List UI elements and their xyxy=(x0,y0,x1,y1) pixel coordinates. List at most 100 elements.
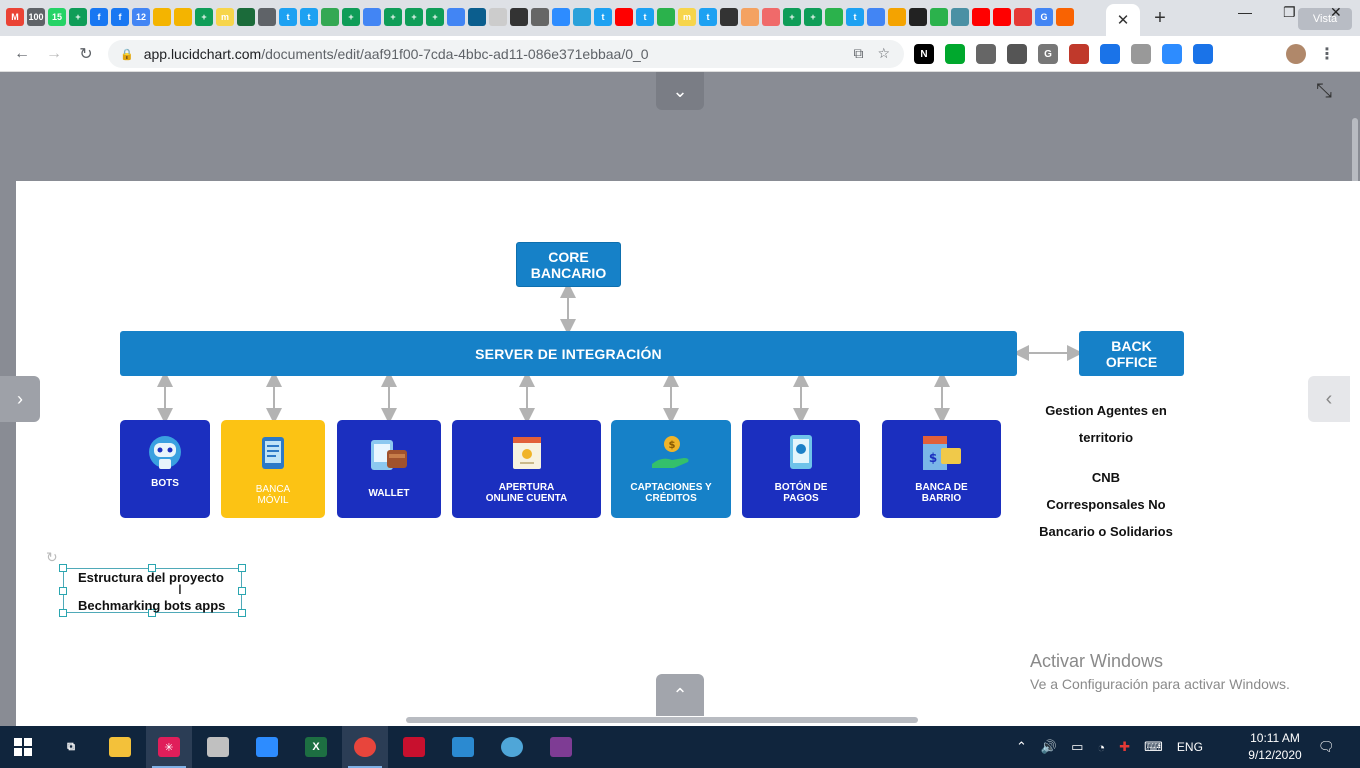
web-icon[interactable] xyxy=(1007,44,1027,64)
key-icon[interactable] xyxy=(888,8,906,26)
feedly-icon[interactable] xyxy=(825,8,843,26)
cnb-text[interactable]: CNB Corresponsales No Bancario o Solidar… xyxy=(1026,464,1186,545)
twitter-icon[interactable]: t xyxy=(699,8,717,26)
vertical-scrollbar[interactable] xyxy=(1352,118,1358,190)
card-banca-barrio[interactable]: $ BANCA DE BARRIO xyxy=(882,420,1001,518)
drive-icon[interactable] xyxy=(976,44,996,64)
youtube-icon[interactable] xyxy=(972,8,990,26)
sheets-icon[interactable]: + xyxy=(804,8,822,26)
close-window-button[interactable]: ✕ xyxy=(1330,4,1342,21)
asana-icon[interactable] xyxy=(762,8,780,26)
web-icon[interactable] xyxy=(1056,8,1074,26)
calendar-icon[interactable]: 12 xyxy=(132,8,150,26)
youtube-icon[interactable] xyxy=(615,8,633,26)
translate-icon[interactable] xyxy=(1100,44,1120,64)
task-view-taskbar-button[interactable]: ⧉ xyxy=(48,726,94,768)
lucid-workspace[interactable]: ⌄ ⤡ › ‹ CORE BANCARIO SERVER DE INTEGRAC… xyxy=(0,72,1360,726)
whatsapp-icon[interactable]: 15 xyxy=(48,8,66,26)
web-icon[interactable] xyxy=(951,8,969,26)
pdf-icon[interactable] xyxy=(1069,44,1089,64)
cloud-icon[interactable] xyxy=(489,8,507,26)
slides-icon[interactable] xyxy=(153,8,171,26)
vista-badge[interactable]: Vista xyxy=(1298,8,1352,30)
facebook-icon[interactable]: f xyxy=(90,8,108,26)
google-icon[interactable]: G xyxy=(1035,8,1053,26)
canvas-page[interactable]: CORE BANCARIO SERVER DE INTEGRACIÓN BACK… xyxy=(16,181,1360,726)
gestion-agentes-text[interactable]: Gestion Agentes en territorio xyxy=(1026,397,1186,451)
left-panel-toggle[interactable]: › xyxy=(0,376,40,422)
card-apertura[interactable]: APERTURA ONLINE CUENTA xyxy=(452,420,601,518)
new-tab-button[interactable]: + xyxy=(1148,6,1172,30)
sheets-icon[interactable] xyxy=(237,8,255,26)
notification-app-icon[interactable]: ✚ xyxy=(1119,739,1130,755)
rotate-handle-icon[interactable]: ↻ xyxy=(46,549,58,566)
back-office-box[interactable]: BACK OFFICE xyxy=(1079,331,1184,376)
back-button[interactable]: ← xyxy=(10,42,34,66)
resize-handle[interactable] xyxy=(59,587,67,595)
web-icon[interactable] xyxy=(720,8,738,26)
core-bancario-box[interactable]: CORE BANCARIO xyxy=(516,242,621,287)
minimize-button[interactable]: — xyxy=(1238,4,1252,20)
menu-icon[interactable]: ⋮ xyxy=(1317,44,1337,64)
facebook-icon[interactable]: f xyxy=(111,8,129,26)
zoom-taskbar-button[interactable] xyxy=(244,726,290,768)
volume-icon[interactable]: 🔊 xyxy=(1041,739,1057,755)
card-boton-pagos[interactable]: BOTÓN DE PAGOS xyxy=(742,420,860,518)
translate-icon[interactable]: ⧉ xyxy=(853,45,863,62)
web-icon[interactable] xyxy=(258,8,276,26)
sheets-icon[interactable]: + xyxy=(426,8,444,26)
excel-taskbar-button[interactable]: X xyxy=(293,726,339,768)
docs-icon[interactable] xyxy=(363,8,381,26)
gmail-count-icon[interactable]: 100 xyxy=(27,8,45,26)
browser-taskbar-button[interactable] xyxy=(489,726,535,768)
clock[interactable]: 10:11 AM 9/12/2020 xyxy=(1244,730,1306,764)
resize-handle[interactable] xyxy=(59,609,67,617)
telegram-icon[interactable] xyxy=(573,8,591,26)
horizontal-scrollbar[interactable] xyxy=(406,717,918,723)
resize-handle[interactable] xyxy=(59,564,67,572)
cast-icon[interactable] xyxy=(1255,44,1275,64)
sheets-icon[interactable]: + xyxy=(342,8,360,26)
acrobat-taskbar-button[interactable] xyxy=(391,726,437,768)
card-captaciones[interactable]: $ CAPTACIONES Y CRÉDITOS xyxy=(611,420,731,518)
bookmark-star-icon[interactable]: ☆ xyxy=(877,45,890,62)
miro-icon[interactable]: m xyxy=(678,8,696,26)
card-bots[interactable]: BOTS xyxy=(120,420,210,518)
youtube-icon[interactable] xyxy=(993,8,1011,26)
chrome-taskbar-button[interactable] xyxy=(342,726,388,768)
puzzle-icon[interactable] xyxy=(1224,44,1244,64)
twitter-icon[interactable]: t xyxy=(279,8,297,26)
web-icon[interactable] xyxy=(909,8,927,26)
start-button[interactable] xyxy=(0,726,46,768)
right-panel-toggle[interactable]: ‹ xyxy=(1308,376,1350,422)
sheets-icon[interactable]: + xyxy=(384,8,402,26)
pen-icon[interactable] xyxy=(1193,44,1213,64)
sheets-icon[interactable]: + xyxy=(783,8,801,26)
language-indicator[interactable]: ENG xyxy=(1177,740,1203,754)
gear-icon[interactable] xyxy=(1131,44,1151,64)
sheets-icon[interactable]: + xyxy=(195,8,213,26)
server-integracion-box[interactable]: SERVER DE INTEGRACIÓN xyxy=(120,331,1017,376)
miro-icon[interactable]: m xyxy=(216,8,234,26)
card-wallet[interactable]: WALLET xyxy=(337,420,441,518)
keyboard-icon[interactable]: ⌨ xyxy=(1144,739,1163,755)
web-icon[interactable] xyxy=(531,8,549,26)
web-icon[interactable] xyxy=(1014,8,1032,26)
card-banca-movil[interactable]: BANCA MÓVIL xyxy=(221,420,325,518)
photos-taskbar-button[interactable] xyxy=(440,726,486,768)
slack-taskbar-button[interactable]: ✳ xyxy=(146,726,192,768)
battery-icon[interactable]: ▭ xyxy=(1071,739,1083,755)
resize-handle[interactable] xyxy=(238,609,246,617)
active-tab-close-button[interactable]: ✕ xyxy=(1106,4,1140,36)
slides-icon[interactable] xyxy=(174,8,192,26)
drive-icon[interactable] xyxy=(321,8,339,26)
file-explorer-taskbar-button[interactable] xyxy=(97,726,143,768)
docs-icon[interactable] xyxy=(867,8,885,26)
address-bar[interactable]: 🔒 app.lucidchart.com/documents/edit/aaf9… xyxy=(108,40,904,68)
feedly-icon[interactable] xyxy=(930,8,948,26)
docs-icon[interactable] xyxy=(447,8,465,26)
reload-button[interactable]: ↻ xyxy=(74,42,98,66)
google-icon[interactable]: G xyxy=(1038,44,1058,64)
chevron-up-icon[interactable]: ⌃ xyxy=(1016,739,1027,755)
paint-taskbar-button[interactable] xyxy=(195,726,241,768)
